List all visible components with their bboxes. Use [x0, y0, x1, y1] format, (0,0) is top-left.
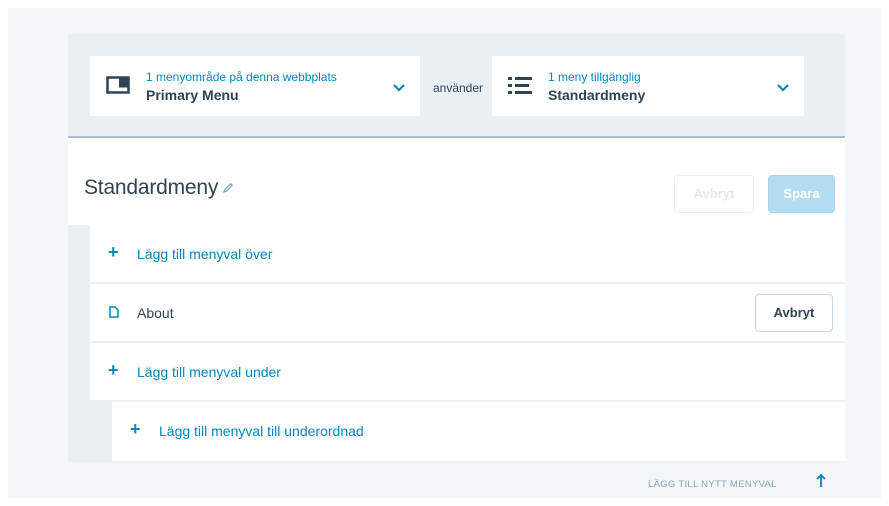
location-selector-title: Primary Menu: [146, 87, 239, 103]
add-new-item-link[interactable]: LÄGG TILL NYTT MENYVAL: [648, 479, 777, 490]
cancel-button[interactable]: Avbryt: [674, 175, 754, 213]
menu-name-heading[interactable]: Standardmeny: [84, 176, 234, 200]
chevron-down-icon[interactable]: [392, 80, 406, 98]
menu-items-list: + Lägg till menyval över About Avbryt + …: [68, 225, 845, 462]
menu-item-row[interactable]: About Avbryt: [90, 284, 845, 342]
page-icon: [109, 305, 119, 323]
add-item-above-row[interactable]: + Lägg till menyval över: [90, 225, 845, 283]
add-item-below-row[interactable]: + Lägg till menyval under: [90, 343, 845, 401]
cancel-item-button[interactable]: Avbryt: [755, 294, 833, 332]
add-child-item-row[interactable]: + Lägg till menyval till underordnad: [112, 402, 845, 462]
menu-selector-title: Standardmeny: [548, 87, 646, 103]
add-item-below-label: Lägg till menyval under: [137, 364, 281, 380]
editor-frame: 1 menyområde på denna webbplats Primary …: [8, 8, 881, 498]
location-selector-subtitle: 1 menyområde på denna webbplats: [146, 70, 337, 84]
plus-icon: +: [108, 360, 119, 380]
plus-icon: +: [130, 419, 141, 439]
menu-selector-subtitle: 1 meny tillgänglig: [548, 70, 641, 84]
chevron-down-icon[interactable]: [776, 80, 790, 98]
arrow-up-icon[interactable]: [816, 473, 826, 493]
menu-selector[interactable]: 1 meny tillgänglig Standardmeny: [492, 56, 804, 116]
add-child-item-label: Lägg till menyval till underordnad: [159, 423, 364, 439]
menu-selector-bar: 1 menyområde på denna webbplats Primary …: [68, 34, 845, 138]
layout-icon: [106, 76, 130, 99]
plus-icon: +: [108, 242, 119, 262]
menu-editor-card: 1 menyområde på denna webbplats Primary …: [68, 34, 845, 462]
add-item-above-label: Lägg till menyval över: [137, 246, 273, 262]
menu-name: Standardmeny: [84, 176, 219, 199]
location-selector[interactable]: 1 menyområde på denna webbplats Primary …: [90, 56, 420, 116]
menu-item-label: About: [137, 305, 174, 321]
list-icon: [508, 76, 532, 101]
uses-label: använder: [432, 81, 484, 95]
pencil-icon[interactable]: [222, 176, 234, 200]
save-button[interactable]: Spara: [768, 175, 835, 213]
